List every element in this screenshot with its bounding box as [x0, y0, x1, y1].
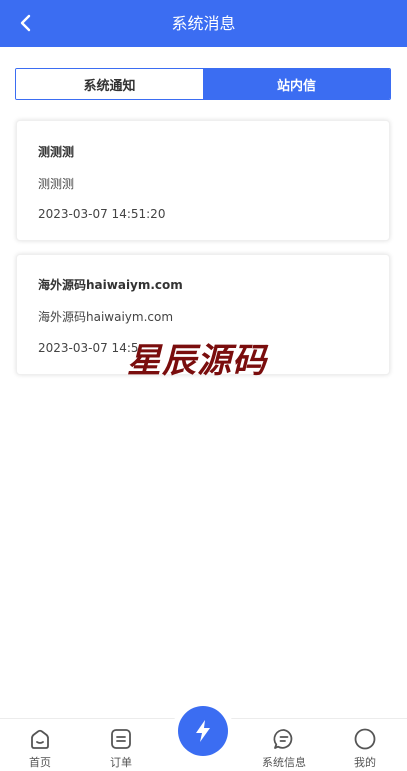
message-body: 海外源码haiwaiym.com: [38, 310, 174, 324]
message-title: 测测测: [38, 145, 75, 159]
watermark: 星辰源码: [127, 341, 267, 381]
page-title: 系统消息: [171, 14, 236, 33]
tab-inbox[interactable]: 站内信: [203, 69, 390, 99]
tabbar-item-profile[interactable]: 我的: [335, 719, 395, 771]
quick-action-button[interactable]: [178, 706, 228, 756]
message-title: 海外源码haiwaiym.com: [38, 278, 183, 292]
message-card[interactable]: 测测测 测测测 2023-03-07 14:51:20: [16, 120, 390, 241]
tabbar-item-home[interactable]: 首页: [10, 719, 70, 771]
message-time: 2023-03-07 14:5: [38, 341, 139, 355]
message-time: 2023-03-07 14:51:20: [38, 207, 166, 221]
home-icon: [31, 729, 49, 749]
profile-icon: [354, 728, 376, 750]
message-body: 测测测: [38, 177, 75, 191]
tabbar-item-messages[interactable]: 系统信息: [254, 719, 314, 771]
tabbar-item-order[interactable]: 订单: [91, 719, 151, 771]
message-tabs: 系统通知 站内信: [15, 68, 391, 100]
message-icon: [273, 729, 293, 749]
tabbar-label: 首页: [29, 756, 51, 769]
center-action-wrap: [172, 700, 234, 762]
tab-system-notice[interactable]: 系统通知: [16, 69, 203, 99]
tabbar-label: 系统信息: [262, 756, 306, 769]
lightning-icon: [196, 720, 210, 742]
header-bar: 系统消息: [0, 0, 407, 47]
tabbar-label: 订单: [110, 756, 132, 769]
tabbar-label: 我的: [354, 756, 376, 769]
order-icon: [111, 729, 131, 749]
